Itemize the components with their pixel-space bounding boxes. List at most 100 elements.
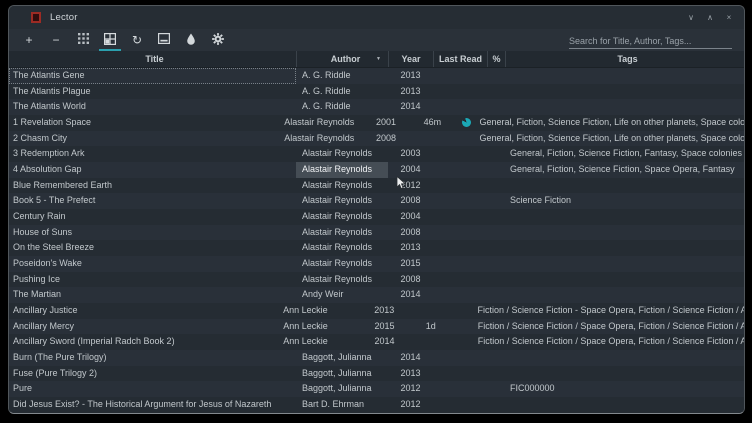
table-row[interactable]: 2 Chasm CityAlastair Reynolds2008General… — [9, 131, 744, 147]
cell-tags[interactable] — [505, 84, 744, 100]
column-header-author[interactable]: Author ▼ — [296, 51, 388, 67]
cell-author[interactable]: Baggott, Julianna — [296, 381, 388, 397]
cell-year[interactable]: 2015 — [388, 256, 433, 272]
cell-year[interactable]: 2013 — [363, 303, 405, 319]
table-row[interactable]: On the Steel BreezeAlastair Reynolds2013 — [9, 240, 744, 256]
cell-title[interactable]: The Atlantis Plague — [9, 84, 296, 100]
cell-last_read[interactable]: 1d — [406, 319, 456, 335]
cell-year[interactable]: 2012 — [388, 381, 433, 397]
cell-title[interactable]: On the Steel Breeze — [9, 240, 296, 256]
cell-last_read[interactable] — [433, 193, 487, 209]
cell-tags[interactable] — [505, 225, 744, 241]
table-row[interactable]: The MartianAndy Weir2014 — [9, 287, 744, 303]
cell-year[interactable]: 2003 — [388, 146, 433, 162]
cover-view-button[interactable] — [154, 31, 174, 49]
cell-last_read[interactable] — [433, 178, 487, 194]
cell-pct[interactable] — [487, 287, 505, 303]
cell-year[interactable]: 2013 — [388, 68, 433, 84]
cell-last_read[interactable] — [433, 99, 487, 115]
cell-last_read[interactable] — [433, 162, 487, 178]
column-header-percent[interactable]: % — [487, 51, 505, 67]
remove-book-button[interactable]: − — [46, 31, 66, 49]
cell-title[interactable]: Ancillary Justice — [9, 303, 277, 319]
cell-pct[interactable] — [487, 256, 505, 272]
cell-year[interactable]: 2004 — [388, 162, 433, 178]
title-bar[interactable]: Lector ∨ ∧ × — [9, 6, 744, 29]
cell-pct[interactable] — [458, 131, 475, 147]
cell-pct[interactable] — [487, 397, 505, 413]
cell-title[interactable]: The Martian — [9, 287, 296, 303]
cell-last_read[interactable] — [433, 350, 487, 366]
cell-tags[interactable]: General, Fiction, Science Fiction, Space… — [505, 162, 744, 178]
cell-tags[interactable] — [505, 256, 744, 272]
cell-pct[interactable] — [487, 162, 505, 178]
cell-author[interactable]: Alastair Reynolds — [296, 178, 388, 194]
cell-year[interactable]: 2012 — [388, 178, 433, 194]
cell-year[interactable]: 2008 — [365, 131, 407, 147]
cell-year[interactable]: 2014 — [364, 334, 406, 350]
cell-author[interactable]: Bart D. Ehrman — [296, 397, 388, 413]
maximize-button[interactable]: ∧ — [705, 13, 715, 22]
cell-year[interactable]: 2013 — [388, 240, 433, 256]
table-row[interactable]: House of SunsAlastair Reynolds2008 — [9, 225, 744, 241]
cell-title[interactable]: Blue Remembered Earth — [9, 178, 296, 194]
cell-title[interactable]: Book 5 - The Prefect — [9, 193, 296, 209]
cell-last_read[interactable] — [406, 334, 456, 350]
cell-author[interactable]: Baggott, Julianna — [296, 366, 388, 382]
cell-title[interactable]: Did Jesus Exist? - The Historical Argume… — [9, 397, 296, 413]
table-row[interactable]: Century RainAlastair Reynolds2004 — [9, 209, 744, 225]
grid-view-button[interactable] — [73, 31, 93, 49]
table-row[interactable]: Did Jesus Exist? - The Historical Argume… — [9, 397, 744, 413]
color-theme-button[interactable] — [181, 31, 201, 49]
cell-last_read[interactable] — [433, 256, 487, 272]
table-row[interactable]: The Atlantis PlagueA. G. Riddle2013 — [9, 84, 744, 100]
cell-last_read[interactable] — [433, 240, 487, 256]
column-header-last-read[interactable]: Last Read — [433, 51, 487, 67]
add-book-button[interactable]: + — [19, 31, 39, 49]
cell-last_read[interactable] — [433, 366, 487, 382]
cell-author[interactable]: Alastair Reynolds — [296, 162, 388, 178]
cell-last_read[interactable] — [405, 303, 455, 319]
cell-tags[interactable] — [505, 287, 744, 303]
cell-pct[interactable] — [456, 319, 473, 335]
cell-title[interactable]: House of Suns — [9, 225, 296, 241]
cell-author[interactable]: A. G. Riddle — [296, 84, 388, 100]
table-row[interactable]: The Atlantis WorldA. G. Riddle2014 — [9, 99, 744, 115]
cell-title[interactable]: Ancillary Mercy — [9, 319, 277, 335]
cell-year[interactable]: 2012 — [388, 397, 433, 413]
table-row[interactable]: Ancillary JusticeAnn Leckie2013Fiction /… — [9, 303, 744, 319]
table-row[interactable]: Ancillary MercyAnn Leckie20151dFiction /… — [9, 319, 744, 335]
cell-pct[interactable] — [487, 178, 505, 194]
table-row[interactable]: Burn (The Pure Trilogy)Baggott, Julianna… — [9, 350, 744, 366]
cell-pct[interactable] — [487, 381, 505, 397]
cell-pct[interactable] — [487, 350, 505, 366]
cell-year[interactable]: 2008 — [388, 193, 433, 209]
cell-title[interactable]: 1 Revelation Space — [9, 115, 278, 131]
close-button[interactable]: × — [724, 13, 734, 22]
cell-year[interactable]: 2008 — [388, 272, 433, 288]
cell-pct[interactable] — [487, 209, 505, 225]
cell-author[interactable]: Baggott, Julianna — [296, 350, 388, 366]
cell-author[interactable]: Alastair Reynolds — [296, 209, 388, 225]
cell-pct[interactable] — [487, 240, 505, 256]
cell-author[interactable]: Alastair Reynolds — [296, 256, 388, 272]
cell-last_read[interactable] — [433, 209, 487, 225]
cell-last_read[interactable] — [407, 131, 458, 147]
cell-pct[interactable] — [487, 193, 505, 209]
cell-year[interactable]: 2013 — [388, 366, 433, 382]
cell-pct[interactable] — [458, 115, 475, 131]
cell-pct[interactable] — [456, 334, 473, 350]
cell-last_read[interactable] — [433, 84, 487, 100]
cell-author[interactable]: Alastair Reynolds — [296, 146, 388, 162]
cell-tags[interactable]: General, Fiction, Science Fiction, Life … — [475, 131, 744, 147]
table-row[interactable]: 1 Revelation SpaceAlastair Reynolds20014… — [9, 115, 744, 131]
cell-last_read[interactable] — [433, 287, 487, 303]
cell-year[interactable]: 2008 — [388, 225, 433, 241]
cell-last_read[interactable] — [433, 225, 487, 241]
search-input[interactable] — [569, 34, 732, 49]
cell-last_read[interactable] — [433, 68, 487, 84]
cell-year[interactable]: 2013 — [388, 84, 433, 100]
cell-tags[interactable]: Fiction / Science Fiction / Space Opera,… — [473, 319, 744, 335]
cell-year[interactable]: 2001 — [365, 115, 407, 131]
cell-author[interactable]: A. G. Riddle — [296, 68, 388, 84]
